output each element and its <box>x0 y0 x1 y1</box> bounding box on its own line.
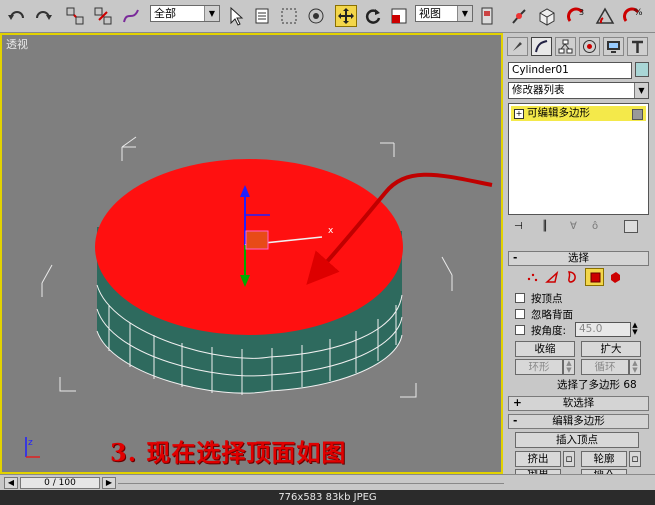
hierarchy-tab-icon[interactable] <box>555 37 576 56</box>
axis-tripod-icon: z <box>25 437 40 458</box>
angle-spinner[interactable]: 45.0 <box>575 322 631 337</box>
svg-text:3: 3 <box>579 8 584 17</box>
frame-counter: 0 / 100 <box>44 478 76 488</box>
modify-tab-icon[interactable] <box>531 37 552 56</box>
utilities-tab-icon[interactable] <box>627 37 648 56</box>
loop-spinner-icon[interactable]: ▲ ▼ <box>629 359 641 375</box>
soft-selection-rollout-header[interactable]: + 软选择 <box>508 396 649 411</box>
scale-icon[interactable] <box>388 5 410 27</box>
motion-tab-icon[interactable] <box>579 37 600 56</box>
edit-polygons-title: 编辑多边形 <box>552 415 605 427</box>
bind-spacewarp-icon[interactable] <box>120 5 142 27</box>
edit-polygons-rollout-header[interactable]: - 编辑多边形 <box>508 414 649 429</box>
by-vertex-label: 按顶点 <box>531 293 563 305</box>
selection-rollout-header[interactable]: - 选择 <box>508 251 649 266</box>
extrude-button[interactable]: 挤出 <box>515 451 561 467</box>
move-icon[interactable] <box>335 5 357 27</box>
grow-button[interactable]: 扩大 <box>581 341 641 357</box>
edge-mode-icon[interactable] <box>543 269 560 285</box>
redo-icon[interactable] <box>32 5 54 27</box>
modifier-stack: + 可编辑多边形 <box>508 103 649 215</box>
next-frame-icon[interactable]: ▶ <box>102 477 116 489</box>
modifier-on-icon[interactable] <box>632 109 643 120</box>
modifier-list-dropdown[interactable]: 修改器列表 ▼ <box>508 82 649 99</box>
selection-filter-dropdown[interactable]: 全部 ▼ <box>150 5 220 22</box>
polygon-mode-icon[interactable] <box>585 268 604 286</box>
image-info-bar: 776x583 83kb JPEG <box>0 490 655 505</box>
by-vertex-checkbox[interactable] <box>515 293 525 303</box>
by-angle-label: 按角度: <box>531 325 567 337</box>
select-manipulate-icon[interactable] <box>508 5 530 27</box>
show-end-result-icon[interactable]: ║ <box>542 221 548 232</box>
rect-region-icon[interactable] <box>278 5 300 27</box>
coord-system-dropdown[interactable]: 视图 ▼ <box>415 5 473 22</box>
snap-3-icon[interactable]: 3 <box>566 5 588 27</box>
create-tab-icon[interactable] <box>507 37 528 56</box>
stack-item-editable-poly[interactable]: + 可编辑多边形 <box>511 106 646 121</box>
selection-filter-value: 全部 <box>154 7 176 20</box>
soft-selection-title: 软选择 <box>562 397 595 409</box>
outline-button[interactable]: 轮廓 <box>581 451 627 467</box>
loop-button[interactable]: 循环 <box>581 359 629 375</box>
select-link-icon[interactable] <box>64 5 86 27</box>
select-by-name-icon[interactable] <box>252 5 274 27</box>
selection-info: 选择了多边形 68 <box>557 379 637 391</box>
unlink-icon[interactable] <box>92 5 114 27</box>
spinner-arrows-icon[interactable]: ▲ ▼ <box>631 322 639 337</box>
make-unique-icon[interactable]: ∀ <box>570 221 577 232</box>
shrink-button[interactable]: 收缩 <box>515 341 575 357</box>
time-slider-thumb[interactable]: 0 / 100 <box>20 477 100 489</box>
vertex-mode-icon[interactable] <box>523 269 540 285</box>
svg-text:z: z <box>28 438 33 448</box>
insert-vertex-button[interactable]: 插入顶点 <box>515 432 639 448</box>
undo-icon[interactable] <box>6 5 28 27</box>
ring-button[interactable]: 环形 <box>515 359 563 375</box>
pin-stack-icon[interactable]: ⊣ <box>514 221 523 232</box>
remove-modifier-icon[interactable]: ô <box>592 221 598 232</box>
stack-item-label: 可编辑多边形 <box>527 107 590 119</box>
timeline-track[interactable] <box>118 483 504 484</box>
scene-canvas: x z <box>25 136 493 458</box>
select-object-icon[interactable] <box>225 5 247 27</box>
expand-plus-icon[interactable]: + <box>514 109 524 119</box>
chevron-down-icon: ▼ <box>634 83 648 98</box>
panel-tabs <box>505 35 653 59</box>
tutorial-caption: 3. 现在选择顶面如图 <box>110 438 347 467</box>
object-color-swatch[interactable] <box>635 62 649 77</box>
by-angle-checkbox[interactable] <box>515 325 525 335</box>
modifier-list-label: 修改器列表 <box>512 84 565 96</box>
main-toolbar: 全部 ▼ 视图 ▼ 3 % <box>0 0 655 33</box>
display-tab-icon[interactable] <box>603 37 624 56</box>
chevron-down-icon: ▼ <box>457 6 472 21</box>
extrude-settings-icon[interactable]: ▫ <box>563 451 575 467</box>
percent-snap-icon[interactable]: % <box>622 5 644 27</box>
svg-text:x: x <box>328 226 334 236</box>
chevron-down-icon: ▼ <box>204 6 219 21</box>
outline-settings-icon[interactable]: ▫ <box>629 451 641 467</box>
snap-3d-icon[interactable] <box>536 5 558 27</box>
ignore-backfacing-checkbox[interactable] <box>515 309 525 319</box>
rotate-icon[interactable] <box>362 5 384 27</box>
pivot-center-icon[interactable] <box>477 5 499 27</box>
selection-rollout-title: 选择 <box>568 252 589 264</box>
object-name-field[interactable]: Cylinder01 <box>508 62 632 79</box>
angle-snap-icon[interactable] <box>594 5 616 27</box>
window-crossing-icon[interactable] <box>305 5 327 27</box>
ring-spinner-icon[interactable]: ▲ ▼ <box>563 359 575 375</box>
svg-text:%: % <box>634 8 643 18</box>
coord-system-value: 视图 <box>419 7 441 20</box>
ignore-backfacing-label: 忽略背面 <box>531 309 573 321</box>
perspective-viewport[interactable]: 透视 x z 3. 现在选择顶面如图 <box>0 33 503 474</box>
command-panel: Cylinder01 修改器列表 ▼ + 可编辑多边形 ⊣ ║ ∀ ô - 选择 … <box>503 33 655 475</box>
configure-sets-icon[interactable] <box>624 220 638 233</box>
stack-tools: ⊣ ║ ∀ ô <box>508 219 649 235</box>
prev-frame-icon[interactable]: ◀ <box>4 477 18 489</box>
border-mode-icon[interactable] <box>563 269 580 285</box>
element-mode-icon[interactable] <box>606 269 623 285</box>
